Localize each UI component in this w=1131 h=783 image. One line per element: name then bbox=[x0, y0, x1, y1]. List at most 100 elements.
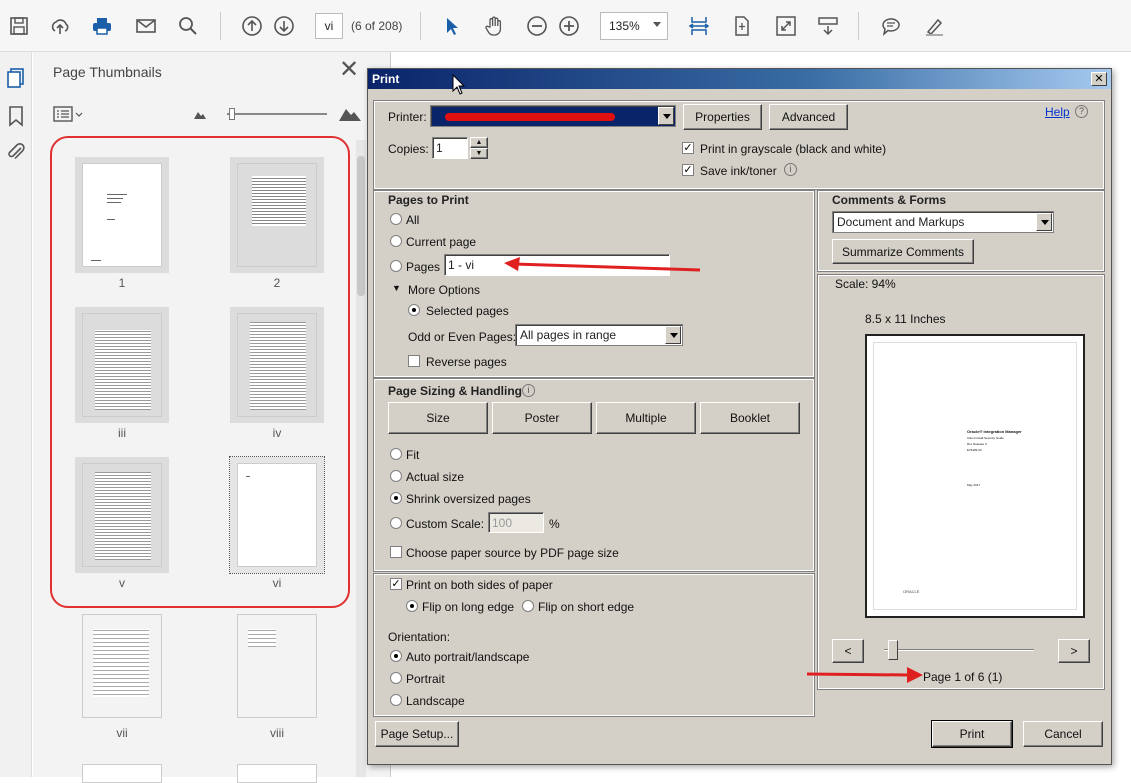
print-icon[interactable] bbox=[89, 13, 115, 39]
thumbnail-options-icon[interactable] bbox=[53, 104, 85, 124]
thumbnail-size-slider[interactable] bbox=[227, 108, 327, 120]
help-info-icon[interactable]: ? bbox=[1075, 105, 1088, 118]
preview-doc-title: Oracle® Integration Manager bbox=[967, 429, 1022, 434]
select-pointer-icon[interactable] bbox=[439, 13, 465, 39]
preview-oracle-logo: ORACLE bbox=[903, 589, 920, 594]
bookmark-icon[interactable] bbox=[4, 104, 28, 128]
page-number-input[interactable]: vi bbox=[315, 13, 343, 39]
portrait-radio[interactable] bbox=[390, 672, 402, 684]
save-icon[interactable] bbox=[6, 13, 32, 39]
next-page-icon[interactable] bbox=[271, 13, 297, 39]
odd-even-select[interactable]: All pages in range bbox=[515, 324, 683, 346]
printer-label: Printer: bbox=[388, 110, 427, 124]
dialog-title: Print bbox=[368, 69, 1111, 89]
highlight-pen-icon[interactable] bbox=[921, 13, 947, 39]
save-ink-checkbox[interactable]: ✓ bbox=[682, 164, 694, 176]
radio-label: Custom Scale: bbox=[406, 517, 485, 531]
print-preview-page: Oracle® Integration Manager Client Insta… bbox=[865, 334, 1085, 618]
summarize-comments-button[interactable]: Summarize Comments bbox=[832, 239, 974, 264]
large-thumbnail-icon bbox=[338, 104, 362, 122]
fit-width-icon[interactable] bbox=[686, 13, 712, 39]
zoom-in-icon[interactable] bbox=[556, 13, 582, 39]
custom-scale-input[interactable]: 100 bbox=[488, 512, 544, 533]
comments-forms-value: Document and Markups bbox=[837, 215, 965, 229]
actual-size-radio[interactable] bbox=[390, 470, 402, 482]
radio-label: Flip on short edge bbox=[538, 600, 635, 614]
group-title: Page Sizing & Handling bbox=[388, 384, 523, 398]
zoom-value: 135% bbox=[609, 19, 640, 33]
printer-select[interactable] bbox=[430, 105, 676, 127]
radio-label: Selected pages bbox=[426, 304, 509, 318]
mouse-cursor-icon bbox=[452, 73, 468, 96]
close-icon[interactable]: ✕ bbox=[1091, 72, 1107, 86]
search-icon[interactable] bbox=[175, 13, 201, 39]
page-setup-button[interactable]: Page Setup... bbox=[375, 721, 459, 747]
grayscale-checkbox[interactable]: ✓ bbox=[682, 142, 694, 154]
thumbnails-scrollbar[interactable] bbox=[356, 140, 366, 777]
thumbnail-page-next[interactable] bbox=[75, 758, 169, 783]
auto-orientation-radio[interactable] bbox=[390, 650, 402, 662]
scroll-mode-icon[interactable] bbox=[815, 13, 841, 39]
previous-page-icon[interactable] bbox=[239, 13, 265, 39]
panel-title: Page Thumbnails bbox=[53, 64, 162, 80]
both-sides-checkbox[interactable]: ✓ bbox=[390, 578, 402, 590]
properties-button[interactable]: Properties bbox=[683, 104, 762, 130]
info-icon[interactable]: i bbox=[522, 384, 535, 397]
custom-scale-radio[interactable] bbox=[390, 517, 402, 529]
preview-slider-handle[interactable] bbox=[888, 640, 898, 660]
collapse-triangle-icon[interactable]: ▼ bbox=[392, 283, 401, 293]
grayscale-label: Print in grayscale (black and white) bbox=[700, 142, 887, 156]
zoom-select[interactable]: 135% bbox=[600, 12, 668, 40]
poster-button[interactable]: Poster bbox=[492, 402, 592, 434]
odd-even-label: Odd or Even Pages: bbox=[408, 330, 517, 344]
flip-long-edge-radio[interactable] bbox=[406, 600, 418, 612]
flip-short-edge-radio[interactable] bbox=[522, 600, 534, 612]
radio-label: Actual size bbox=[406, 470, 465, 484]
info-icon[interactable]: i bbox=[784, 163, 797, 176]
booklet-button[interactable]: Booklet bbox=[700, 402, 800, 434]
preview-prev-button[interactable]: < bbox=[832, 639, 864, 663]
preview-page-slider[interactable] bbox=[884, 649, 1034, 651]
full-screen-icon[interactable] bbox=[773, 13, 799, 39]
reverse-pages-checkbox[interactable] bbox=[408, 355, 420, 367]
upload-cloud-icon[interactable] bbox=[47, 13, 73, 39]
save-ink-label: Save ink/toner bbox=[700, 164, 777, 178]
landscape-radio[interactable] bbox=[390, 694, 402, 706]
print-button[interactable]: Print bbox=[931, 720, 1013, 748]
size-button[interactable]: Size bbox=[388, 402, 488, 434]
zoom-out-icon[interactable] bbox=[524, 13, 550, 39]
radio-label: Pages bbox=[406, 260, 441, 274]
toolbar-divider bbox=[858, 12, 859, 40]
more-options-toggle[interactable]: More Options bbox=[408, 283, 480, 297]
advanced-button[interactable]: Advanced bbox=[769, 104, 848, 130]
preview-next-button[interactable]: > bbox=[1058, 639, 1090, 663]
thumbnail-page-vii[interactable] bbox=[75, 608, 169, 724]
comments-forms-select[interactable]: Document and Markups bbox=[832, 211, 1054, 233]
paper-source-checkbox[interactable] bbox=[390, 546, 402, 558]
selected-pages-radio[interactable] bbox=[408, 304, 420, 316]
preview-doc-release: Rel. Release X bbox=[967, 442, 988, 446]
hand-tool-icon[interactable] bbox=[481, 13, 507, 39]
copies-decrement-button[interactable]: ▼ bbox=[470, 148, 488, 159]
radio-label: All bbox=[406, 213, 420, 227]
current-page-radio[interactable] bbox=[390, 235, 402, 247]
help-link[interactable]: Help bbox=[1045, 105, 1070, 119]
fit-radio[interactable] bbox=[390, 448, 402, 460]
close-icon[interactable]: ✕ bbox=[339, 58, 359, 82]
email-icon[interactable] bbox=[133, 13, 159, 39]
copies-input[interactable]: 1 bbox=[432, 137, 468, 159]
pages-range-radio[interactable] bbox=[390, 260, 402, 272]
page-thumbnails-icon[interactable] bbox=[4, 66, 28, 90]
shrink-oversized-radio[interactable] bbox=[390, 492, 402, 504]
multiple-button[interactable]: Multiple bbox=[596, 402, 696, 434]
thumbnail-page-next[interactable] bbox=[230, 758, 324, 783]
attachment-paperclip-icon[interactable] bbox=[4, 140, 28, 164]
radio-label: Fit bbox=[406, 448, 420, 462]
fit-page-icon[interactable] bbox=[729, 13, 755, 39]
copies-increment-button[interactable]: ▲ bbox=[470, 137, 488, 148]
comment-icon[interactable] bbox=[878, 13, 904, 39]
small-thumbnail-icon bbox=[193, 108, 207, 120]
pages-all-radio[interactable] bbox=[390, 213, 402, 225]
cancel-button[interactable]: Cancel bbox=[1023, 721, 1103, 747]
thumbnail-page-viii[interactable] bbox=[230, 608, 324, 724]
